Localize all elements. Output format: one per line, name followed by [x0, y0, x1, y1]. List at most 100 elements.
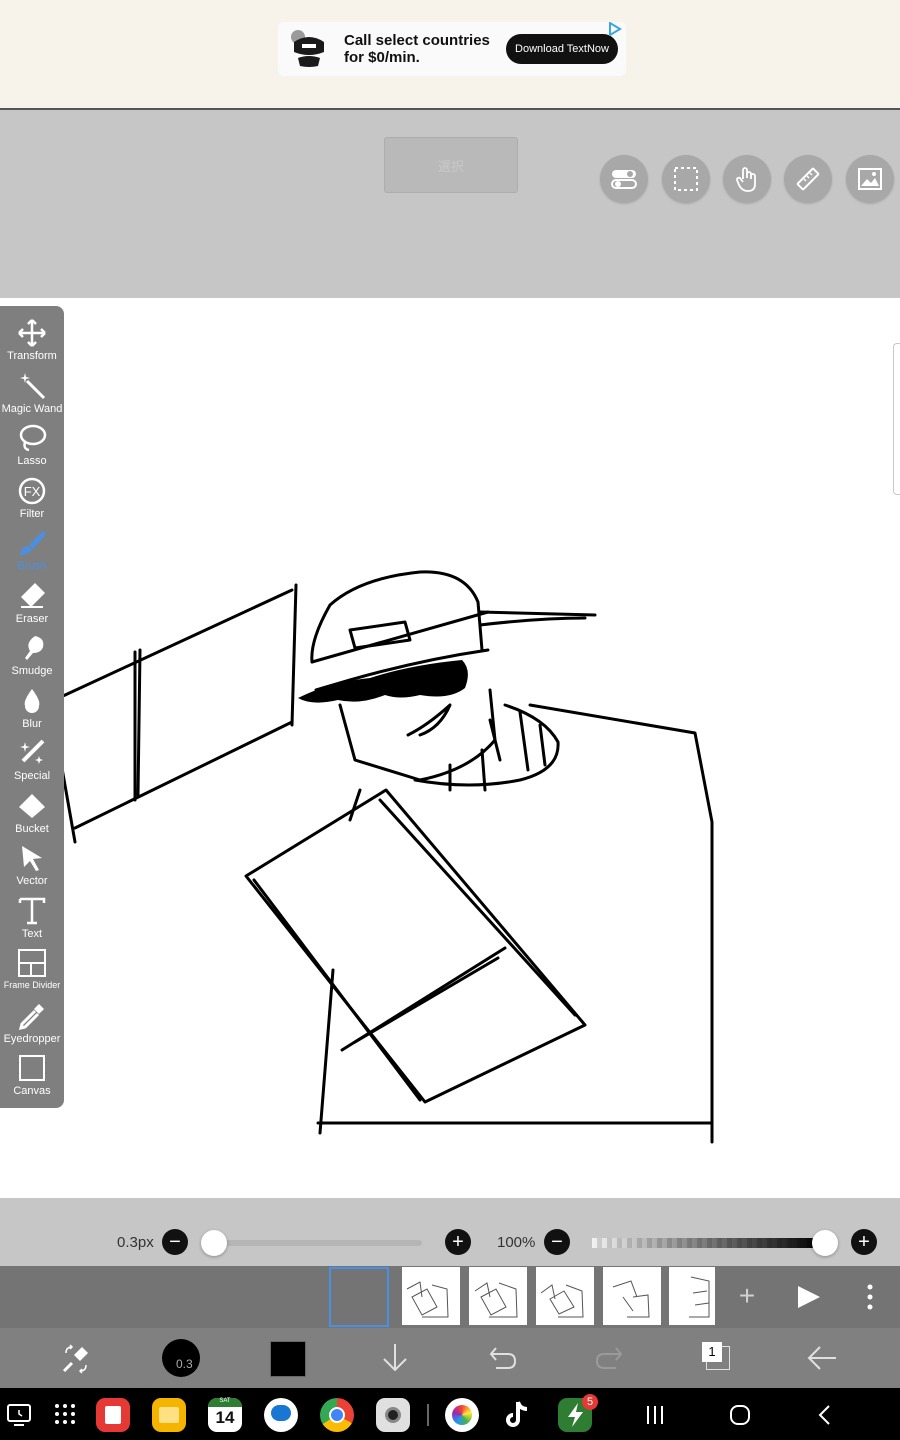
tool-smudge[interactable]: Smudge — [0, 629, 64, 681]
back-button-icon[interactable] — [815, 1403, 835, 1427]
brush-settings-bar: 0.3px − + 100% − + — [0, 1198, 900, 1266]
frame-thumbnail[interactable] — [669, 1267, 715, 1325]
opacity-slider-thumb[interactable] — [812, 1230, 838, 1256]
tool-canvas[interactable]: Canvas — [0, 1049, 64, 1101]
tool-text[interactable]: Text — [0, 892, 64, 944]
smudge-icon — [25, 636, 44, 660]
hand-icon — [736, 167, 756, 192]
chrome-app-icon[interactable] — [320, 1398, 354, 1432]
svg-text:FX: FX — [24, 484, 41, 499]
brush-size-slider-track[interactable] — [214, 1240, 422, 1246]
ad-download-button[interactable]: Download TextNow — [506, 34, 618, 64]
frame-thumbnail-selected[interactable] — [329, 1267, 389, 1327]
settings-toggle-button[interactable] — [600, 155, 648, 203]
tool-eyedropper[interactable]: Eyedropper — [0, 997, 64, 1049]
frame-preview — [406, 1281, 449, 1318]
tool-smudge-label: Smudge — [11, 665, 53, 677]
calendar-app-icon[interactable]: SAT 14 — [208, 1398, 242, 1432]
tool-frame-divider-label: Frame Divider — [3, 980, 61, 990]
recent-apps-edge-icon[interactable] — [6, 1402, 32, 1428]
ad-banner[interactable]: Call select countries for $0/min. Downlo… — [0, 0, 900, 110]
tool-filter[interactable]: FX Filter — [0, 472, 64, 524]
app-drawer-icon[interactable] — [54, 1403, 76, 1425]
ruler-icon — [796, 167, 820, 191]
layers-button[interactable]: 1 — [702, 1342, 732, 1372]
selection-button[interactable] — [662, 155, 710, 203]
ad-headline-line2: for $0/min. — [344, 49, 420, 66]
side-panel-handle[interactable] — [893, 343, 900, 495]
adchoices-icon[interactable] — [608, 22, 622, 36]
swap-brush-eraser-icon[interactable] — [60, 1343, 92, 1375]
tool-text-label: Text — [21, 928, 43, 940]
frame-divider-icon — [18, 949, 46, 977]
bottom-toolbar: 0.3 1 — [0, 1328, 900, 1388]
brush-size-decrease-button[interactable]: − — [162, 1229, 188, 1255]
image-button[interactable] — [846, 155, 894, 203]
undo-icon[interactable] — [488, 1344, 518, 1372]
tool-eyedropper-label: Eyedropper — [3, 1033, 61, 1045]
frame-preview — [540, 1284, 584, 1318]
tool-blur[interactable]: Blur — [0, 682, 64, 734]
play-icon[interactable] — [794, 1283, 822, 1311]
opacity-slider-track[interactable] — [592, 1238, 822, 1248]
tool-eraser-label: Eraser — [15, 613, 49, 625]
camera-app-icon[interactable] — [376, 1398, 410, 1432]
back-arrow-icon[interactable] — [806, 1344, 838, 1372]
tool-filter-label: Filter — [19, 508, 45, 520]
tool-lasso[interactable]: Lasso — [0, 419, 64, 471]
frame-thumbnail[interactable] — [402, 1267, 460, 1325]
layer-count: 1 — [702, 1342, 722, 1362]
selection-mode-button[interactable]: 選択 — [384, 137, 518, 193]
tool-magic-wand[interactable]: Magic Wand — [0, 367, 64, 419]
tool-vector[interactable]: Vector — [0, 839, 64, 891]
ad-card[interactable]: Call select countries for $0/min. Downlo… — [278, 22, 626, 76]
tool-brush[interactable]: Brush — [0, 524, 64, 576]
files-app-icon[interactable] — [152, 1398, 186, 1432]
recents-button-icon[interactable] — [644, 1404, 666, 1426]
tool-eraser[interactable]: Eraser — [0, 577, 64, 629]
tool-transform[interactable]: Transform — [0, 314, 64, 366]
frame-thumbnail[interactable] — [469, 1267, 527, 1325]
home-button-icon[interactable] — [728, 1403, 752, 1427]
text-icon — [18, 897, 46, 925]
tiktok-app-icon[interactable] — [504, 1400, 532, 1430]
tool-panel: Transform Magic Wand Lasso FX Filter Bru… — [0, 306, 64, 1108]
vector-arrow-icon — [22, 846, 42, 871]
brush-size-slider-thumb[interactable] — [201, 1230, 227, 1256]
calendar-weekday: SAT — [208, 1398, 242, 1407]
lasso-icon — [19, 424, 47, 452]
sketch-drawing — [48, 570, 714, 1144]
tool-blur-label: Blur — [22, 718, 42, 730]
tool-brush-label: Brush — [17, 560, 47, 572]
tool-special[interactable]: Special — [0, 734, 64, 786]
transform-icon — [18, 319, 46, 347]
brush-size-button[interactable]: 0.3 — [162, 1339, 200, 1377]
tool-bucket[interactable]: Bucket — [0, 787, 64, 839]
redo-icon[interactable] — [594, 1344, 624, 1372]
dock-divider — [427, 1404, 429, 1426]
hand-button[interactable] — [723, 155, 771, 203]
brush-icon — [20, 531, 46, 555]
system-nav-bar: SAT 14 5 — [0, 1388, 900, 1440]
drawing-canvas[interactable] — [0, 298, 900, 1198]
add-frame-button[interactable]: + — [735, 1282, 759, 1310]
tool-frame-divider[interactable]: Frame Divider — [0, 944, 64, 996]
download-arrow-icon[interactable] — [381, 1342, 409, 1374]
color-swatch-button[interactable] — [270, 1341, 306, 1377]
ibispaint-app-icon[interactable] — [445, 1398, 479, 1432]
ruler-button[interactable] — [784, 155, 832, 203]
tool-special-label: Special — [13, 770, 51, 782]
frame-preview — [612, 1280, 650, 1318]
brush-size-badge: 0.3 — [176, 1357, 193, 1371]
opacity-increase-button[interactable]: + — [851, 1229, 877, 1255]
animation-frames-bar: + — [0, 1266, 900, 1328]
frame-thumbnail[interactable] — [536, 1267, 594, 1325]
brush-size-increase-button[interactable]: + — [445, 1229, 471, 1255]
canvas-icon — [19, 1055, 45, 1081]
opacity-decrease-button[interactable]: − — [544, 1229, 570, 1255]
fx-icon: FX — [18, 477, 46, 505]
more-vertical-icon[interactable] — [860, 1283, 880, 1311]
notes-app-icon[interactable] — [96, 1398, 130, 1432]
frame-thumbnail[interactable] — [603, 1267, 661, 1325]
messages-app-icon[interactable] — [264, 1398, 298, 1432]
